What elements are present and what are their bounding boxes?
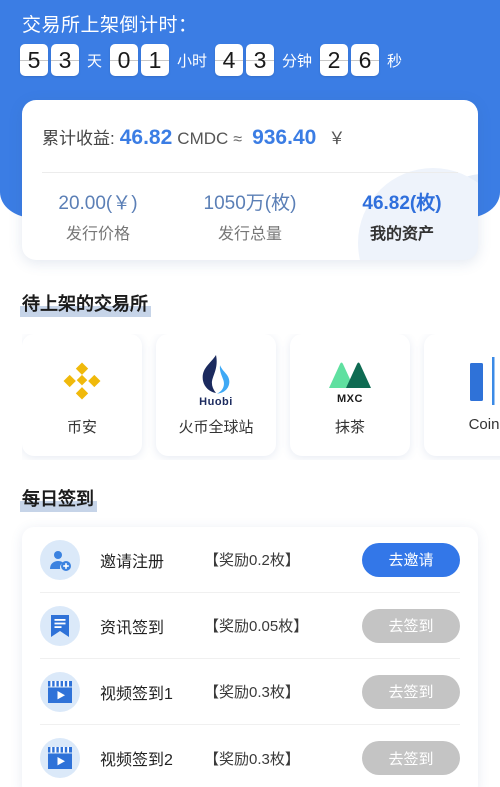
signin-row-action-button: 去签到	[362, 608, 460, 643]
exchange-card[interactable]: 币安	[22, 334, 142, 456]
stat-item: 1050万(枚) 发行总量	[174, 188, 326, 244]
stats-card: 累计收益: 46.82 CMDC ≈ 936.40 ￥ 20.00(￥) 发行价格…	[22, 100, 478, 260]
exchange-section-title-text: 待上架的交易所	[20, 290, 151, 317]
countdown-timer: 5 3 天 0 1 小时 4 3 分钟 2 6 秒	[20, 44, 410, 76]
stat-value: 46.82(枚)	[362, 193, 442, 214]
countdown-digit: 2	[320, 44, 349, 76]
video-clapper-icon	[40, 671, 80, 712]
signin-section-title-text: 每日签到	[20, 485, 97, 512]
signin-row-reward: 【奖励0.3枚】	[204, 684, 300, 701]
user-add-icon	[40, 539, 80, 580]
cumulative-earnings: 累计收益: 46.82 CMDC ≈ 936.40 ￥	[42, 124, 345, 150]
signin-row: 资讯签到 【奖励0.05枚】 去签到	[40, 593, 460, 659]
stat-label: 发行价格	[65, 226, 130, 243]
exchange-name: 抹茶	[334, 419, 365, 436]
stat-item: 20.00(￥) 发行价格	[22, 188, 174, 244]
exchange-list: 币安 Huobi 火币全球站 MXC 抹茶 Coin	[22, 334, 500, 460]
stat-value: 1050万(枚)	[203, 193, 297, 214]
signin-row-label: 资讯签到	[100, 619, 165, 637]
countdown-digit: 1	[141, 44, 170, 76]
signin-section-title: 每日签到	[20, 485, 97, 512]
stat-label: 我的资产	[369, 226, 434, 243]
stat-item: 46.82(枚) 我的资产	[326, 188, 478, 244]
exchange-name: Coin	[468, 416, 500, 433]
countdown-unit: 秒	[387, 52, 403, 70]
fiat-unit: ￥	[328, 129, 346, 148]
countdown-unit: 分钟	[282, 52, 313, 70]
fiat-value: 936.40	[252, 126, 317, 149]
mxc-logo-icon: MXC	[326, 350, 374, 412]
countdown-unit: 天	[87, 52, 103, 70]
countdown-digit: 6	[351, 44, 380, 76]
exchange-card[interactable]: MXC 抹茶	[290, 334, 410, 456]
signin-row-label: 视频签到1	[100, 685, 173, 703]
signin-row-reward: 【奖励0.3枚】	[204, 750, 300, 768]
signin-row-label: 视频签到2	[100, 752, 173, 769]
exchange-wordmark: Huobi	[199, 396, 233, 408]
exchange-name: 币安	[66, 419, 97, 436]
signin-row-action-button[interactable]: 去邀请	[362, 542, 460, 577]
huobi-logo-icon: Huobi	[199, 350, 233, 412]
coin-logo-icon	[464, 350, 500, 412]
approx-symbol: ≈	[233, 131, 243, 148]
signin-row-reward: 【奖励0.05枚】	[204, 618, 309, 635]
countdown-digit: 3	[51, 44, 79, 76]
countdown-digit: 5	[20, 44, 48, 76]
exchange-name: 火币全球站	[178, 419, 254, 436]
countdown-unit: 小时	[177, 52, 208, 70]
earnings-value: 46.82	[119, 126, 173, 149]
exchange-wordmark: MXC	[337, 393, 363, 405]
signin-card: 邀请注册 【奖励0.2枚】 去邀请 资讯签到 【奖励0.05枚】 去签到 视频签到1 【奖励0…	[22, 527, 478, 787]
app-page: 交易所上架倒计时： 5 3 天 0 1 小时 4 3 分钟 2 6 秒 累计收益: 46.82 CMD…	[0, 0, 500, 787]
signin-row-label: 邀请注册	[100, 553, 165, 571]
signin-row: 视频签到2 【奖励0.3枚】 去签到	[40, 725, 460, 787]
news-bookmark-icon	[40, 605, 80, 646]
signin-row: 视频签到1 【奖励0.3枚】 去签到	[40, 659, 460, 725]
page-title: 交易所上架倒计时：	[22, 15, 198, 36]
binance-logo-icon	[60, 350, 104, 412]
signin-row-reward: 【奖励0.2枚】	[204, 552, 300, 569]
stats-row: 20.00(￥) 发行价格 1050万(枚) 发行总量 46.82(枚) 我的资产	[22, 188, 478, 244]
countdown-digit: 0	[110, 44, 139, 76]
signin-row-action-button: 去签到	[362, 674, 460, 709]
exchange-card[interactable]: Coin	[424, 334, 500, 456]
exchange-section-title: 待上架的交易所	[20, 290, 151, 317]
stat-value: 20.00(￥)	[58, 193, 138, 214]
exchange-card[interactable]: Huobi 火币全球站	[156, 334, 276, 456]
earnings-unit: CMDC	[177, 129, 229, 148]
signin-row: 邀请注册 【奖励0.2枚】 去邀请	[40, 527, 460, 593]
countdown-digit: 3	[246, 44, 275, 76]
signin-row-action-button: 去签到	[362, 741, 460, 775]
countdown-digit: 4	[215, 44, 244, 76]
earnings-label: 累计收益:	[42, 129, 115, 148]
stat-label: 发行总量	[217, 226, 282, 243]
video-clapper-icon	[40, 738, 80, 778]
card-divider	[42, 172, 458, 173]
